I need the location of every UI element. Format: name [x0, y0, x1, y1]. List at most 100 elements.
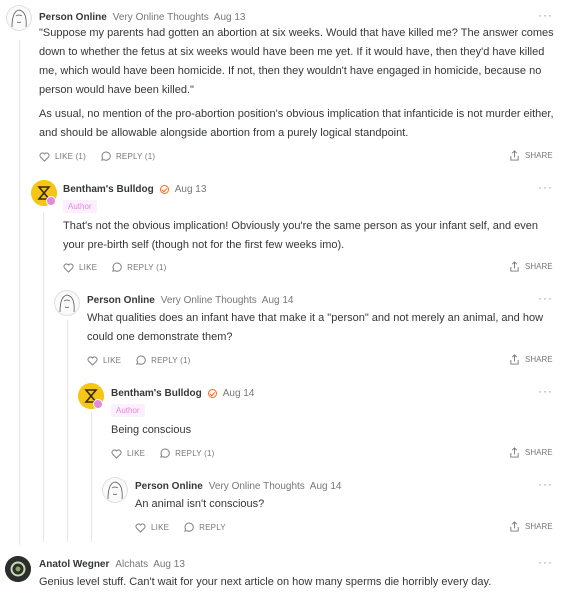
- more-options-button[interactable]: ···: [538, 8, 553, 22]
- commenter-name[interactable]: Person Online: [87, 295, 155, 306]
- reply-button[interactable]: REPLY (1): [159, 448, 214, 459]
- like-button[interactable]: LIKE: [111, 449, 145, 459]
- avatar[interactable]: [54, 290, 80, 316]
- comment-meta: Person Online Very Online Thoughts Aug 1…: [135, 481, 342, 492]
- more-options-button[interactable]: ···: [538, 384, 553, 398]
- more-options-button[interactable]: ···: [538, 180, 553, 194]
- speech-bubble-icon: [101, 151, 111, 161]
- comment-actions: LIKE (1) REPLY (1): [39, 151, 169, 162]
- author-tag: Author: [111, 404, 145, 417]
- share-icon: [510, 447, 519, 458]
- share-label: SHARE: [525, 262, 553, 271]
- avatar[interactable]: [6, 5, 32, 31]
- comment-paragraph: "Suppose my parents had gotten an aborti…: [39, 27, 554, 96]
- avatar[interactable]: [5, 556, 31, 582]
- like-button[interactable]: LIKE: [135, 523, 169, 533]
- reply-button[interactable]: REPLY: [183, 522, 226, 533]
- thread-line: [19, 40, 20, 545]
- share-label: SHARE: [525, 151, 553, 160]
- share-label: SHARE: [525, 448, 553, 457]
- comment-date[interactable]: Aug 14: [262, 295, 294, 306]
- comment-actions: LIKE REPLY (1): [87, 355, 204, 366]
- comment-body: That's not the obvious implication! Obvi…: [63, 217, 559, 260]
- comment-meta: Bentham's Bulldog Aug 13: [63, 184, 206, 195]
- more-options-button[interactable]: ···: [538, 291, 553, 305]
- like-button[interactable]: LIKE (1): [39, 152, 86, 162]
- reply-label: REPLY (1): [175, 449, 215, 458]
- reply-label: REPLY: [199, 523, 226, 532]
- speech-bubble-icon: [112, 262, 122, 272]
- comment-paragraph: Genius level stuff. Can't wait for your …: [39, 576, 492, 588]
- reply-label: REPLY (1): [115, 152, 156, 161]
- share-button[interactable]: SHARE: [509, 447, 553, 458]
- commenter-publication[interactable]: Very Online Thoughts: [113, 12, 209, 23]
- share-label: SHARE: [525, 522, 553, 531]
- comment-paragraph: Being conscious: [111, 424, 192, 436]
- comment-actions: LIKE REPLY (1): [63, 262, 180, 273]
- thread-line: [67, 320, 68, 542]
- comment-paragraph: What qualities does an infant have that …: [87, 312, 544, 343]
- sketch-face-icon: [54, 290, 80, 316]
- reply-label: REPLY (1): [127, 263, 167, 272]
- heart-icon: [111, 449, 122, 459]
- comment-body: What qualities does an infant have that …: [87, 309, 547, 352]
- thread-line: [91, 412, 92, 542]
- commenter-name[interactable]: Bentham's Bulldog: [63, 184, 154, 195]
- reply-button[interactable]: REPLY (1): [111, 262, 166, 273]
- comment-date[interactable]: Aug 14: [310, 481, 342, 492]
- comment-meta: Anatol Wegner Alchats Aug 13: [39, 559, 185, 570]
- share-button[interactable]: SHARE: [509, 261, 553, 272]
- share-icon: [510, 150, 519, 161]
- like-label: LIKE: [79, 263, 98, 272]
- comment-date[interactable]: Aug 13: [214, 12, 246, 23]
- reply-button[interactable]: REPLY (1): [100, 151, 155, 162]
- comment-meta: Person Online Very Online Thoughts Aug 1…: [39, 12, 246, 23]
- like-label: LIKE: [127, 449, 146, 458]
- like-button[interactable]: LIKE: [63, 263, 97, 273]
- share-icon: [510, 261, 519, 272]
- commenter-name[interactable]: Anatol Wegner: [39, 559, 109, 570]
- verified-check-icon: [159, 185, 169, 194]
- like-label: LIKE: [151, 523, 170, 532]
- comment-body: An animal isn't conscious?: [135, 495, 545, 519]
- comment-paragraph: An animal isn't conscious?: [135, 498, 265, 510]
- share-button[interactable]: SHARE: [509, 521, 553, 532]
- share-button[interactable]: SHARE: [509, 150, 553, 161]
- reply-label: REPLY (1): [151, 356, 191, 365]
- more-options-button[interactable]: ···: [538, 477, 553, 491]
- commenter-publication[interactable]: Alchats: [115, 559, 148, 570]
- comment-body: Being conscious: [111, 421, 551, 445]
- commenter-publication[interactable]: Very Online Thoughts: [161, 295, 257, 306]
- comment-date[interactable]: Aug 13: [153, 559, 185, 570]
- like-label: LIKE: [103, 356, 122, 365]
- sketch-face-icon: [102, 477, 128, 503]
- commenter-name[interactable]: Person Online: [135, 481, 203, 492]
- speech-bubble-icon: [184, 522, 194, 532]
- share-button[interactable]: SHARE: [509, 354, 553, 365]
- share-icon: [510, 521, 519, 532]
- comment-paragraph: That's not the obvious implication! Obvi…: [63, 220, 539, 251]
- heart-icon: [135, 523, 146, 533]
- comment-meta: Person Online Very Online Thoughts Aug 1…: [87, 295, 294, 306]
- reply-button[interactable]: REPLY (1): [135, 355, 190, 366]
- comment-body: "Suppose my parents had gotten an aborti…: [39, 24, 559, 148]
- like-label: LIKE (1): [55, 152, 86, 161]
- subscriber-badge: [46, 196, 56, 206]
- speech-bubble-icon: [136, 355, 146, 365]
- commenter-publication[interactable]: Very Online Thoughts: [209, 481, 305, 492]
- commenter-name[interactable]: Bentham's Bulldog: [111, 388, 202, 399]
- more-options-button[interactable]: ···: [538, 555, 553, 569]
- author-tag: Author: [63, 200, 97, 213]
- share-icon: [510, 354, 519, 365]
- profile-photo-icon: [5, 556, 31, 582]
- sketch-face-icon: [6, 5, 32, 31]
- like-button[interactable]: LIKE: [87, 356, 121, 366]
- commenter-name[interactable]: Person Online: [39, 12, 107, 23]
- speech-bubble-icon: [160, 448, 170, 458]
- avatar[interactable]: [102, 477, 128, 503]
- comment-paragraph: As usual, no mention of the pro-abortion…: [39, 108, 554, 139]
- comment-date[interactable]: Aug 14: [223, 388, 255, 399]
- verified-check-icon: [207, 389, 217, 398]
- comment-body: Genius level stuff. Can't wait for your …: [39, 573, 559, 594]
- comment-date[interactable]: Aug 13: [175, 184, 207, 195]
